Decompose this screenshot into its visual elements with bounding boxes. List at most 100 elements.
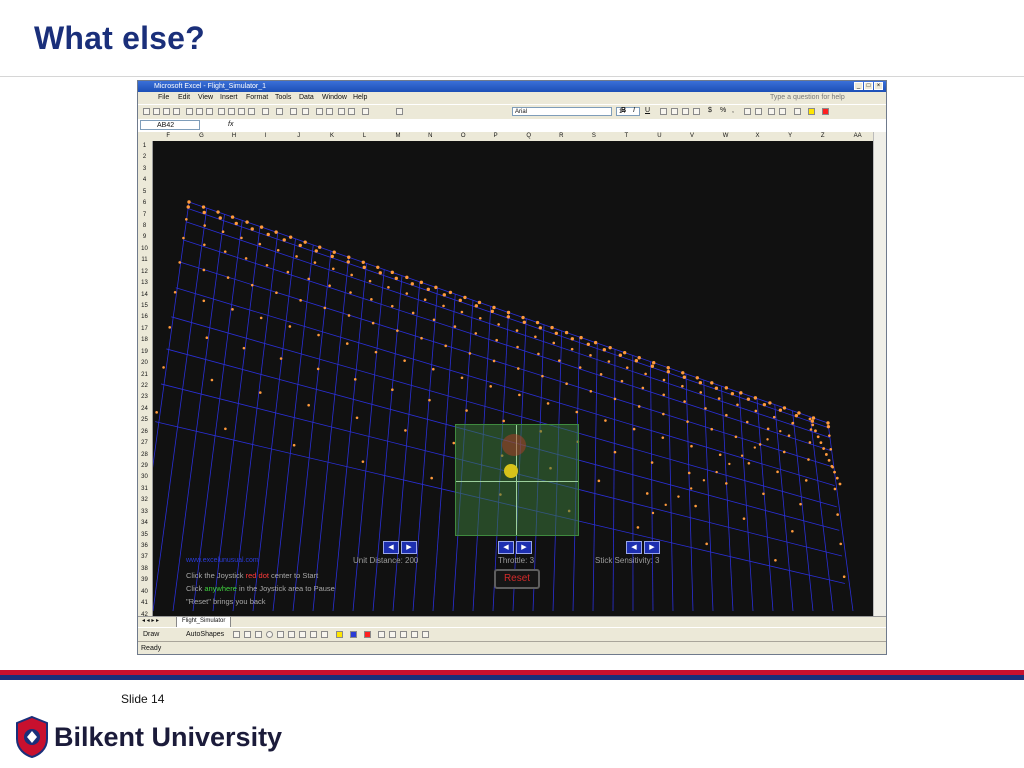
website-link[interactable]: www.excelunusual.com	[186, 557, 259, 564]
column-header[interactable]: Z	[821, 132, 825, 141]
minimize-icon[interactable]: _	[854, 82, 863, 90]
textbox-icon[interactable]	[277, 631, 284, 638]
row-header[interactable]: 40	[138, 587, 151, 598]
draw-font-color-icon[interactable]	[364, 631, 371, 638]
line-icon[interactable]	[233, 631, 240, 638]
row-header[interactable]: 14	[138, 290, 151, 301]
menu-data[interactable]: Data	[299, 92, 314, 104]
unit-distance-increase-button[interactable]: ▶	[401, 541, 417, 554]
row-header[interactable]: 21	[138, 370, 151, 381]
currency-icon[interactable]: $	[708, 107, 712, 114]
autoshapes-button[interactable]: AutoShapes	[186, 631, 224, 638]
new-icon[interactable]	[143, 108, 150, 115]
menu-insert[interactable]: Insert	[220, 92, 238, 104]
column-header[interactable]: P	[494, 132, 498, 141]
row-header[interactable]: 12	[138, 267, 151, 278]
row-header[interactable]: 33	[138, 507, 151, 518]
column-header[interactable]: S	[592, 132, 596, 141]
stick-sensitivity-decrease-button[interactable]: ◀	[626, 541, 642, 554]
print-icon[interactable]	[186, 108, 193, 115]
italic-icon[interactable]: I	[633, 107, 635, 114]
row-header[interactable]: 3	[138, 164, 151, 175]
permission-icon[interactable]	[173, 108, 180, 115]
row-header[interactable]: 4	[138, 175, 151, 186]
column-header[interactable]: Q	[526, 132, 531, 141]
row-header[interactable]: 27	[138, 438, 151, 449]
row-header[interactable]: 6	[138, 198, 151, 209]
column-header[interactable]: T	[625, 132, 629, 141]
row-header[interactable]: 16	[138, 312, 151, 323]
hyperlink-icon[interactable]	[290, 108, 297, 115]
cut-icon[interactable]	[218, 108, 225, 115]
row-header[interactable]: 11	[138, 255, 151, 266]
row-header[interactable]: 24	[138, 404, 151, 415]
wordart-icon[interactable]	[288, 631, 295, 638]
row-header[interactable]: 7	[138, 210, 151, 221]
joystick-red-dot[interactable]	[502, 434, 526, 456]
toolbar-options-icon[interactable]	[396, 108, 403, 115]
spelling-icon[interactable]	[206, 108, 213, 115]
percent-icon[interactable]: %	[720, 107, 726, 114]
arrow-style-icon[interactable]	[400, 631, 407, 638]
row-header[interactable]: 32	[138, 495, 151, 506]
row-header[interactable]: 19	[138, 347, 151, 358]
decrease-indent-icon[interactable]	[768, 108, 775, 115]
column-header[interactable]: J	[297, 132, 300, 141]
rectangle-icon[interactable]	[255, 631, 262, 638]
paste-icon[interactable]	[238, 108, 245, 115]
align-left-icon[interactable]	[660, 108, 667, 115]
row-header[interactable]: 29	[138, 461, 151, 472]
tab-scroll-icon[interactable]: ◂ ◂ ▸ ▸	[142, 617, 159, 624]
shadow-icon[interactable]	[411, 631, 418, 638]
draw-menu-button[interactable]: Draw	[143, 631, 159, 638]
row-header[interactable]: 38	[138, 564, 151, 575]
print-preview-icon[interactable]	[196, 108, 203, 115]
comma-icon[interactable]: ,	[732, 107, 734, 114]
column-header[interactable]: R	[559, 132, 563, 141]
reset-button[interactable]: Reset	[494, 569, 540, 589]
throttle-decrease-button[interactable]: ◀	[498, 541, 514, 554]
row-header[interactable]: 20	[138, 358, 151, 369]
row-header[interactable]: 8	[138, 221, 151, 232]
draw-fill-color-icon[interactable]	[336, 631, 343, 638]
3d-icon[interactable]	[422, 631, 429, 638]
row-header[interactable]: 23	[138, 392, 151, 403]
column-header[interactable]: V	[690, 132, 694, 141]
throttle-increase-button[interactable]: ▶	[516, 541, 532, 554]
restore-icon[interactable]: □	[864, 82, 873, 90]
menu-help[interactable]: Help	[353, 92, 367, 104]
merge-center-icon[interactable]	[693, 108, 700, 115]
row-header[interactable]: 26	[138, 427, 151, 438]
clipart-icon[interactable]	[310, 631, 317, 638]
bold-icon[interactable]: B	[621, 107, 626, 114]
column-header[interactable]: Y	[788, 132, 792, 141]
row-header[interactable]: 37	[138, 552, 151, 563]
menu-tools[interactable]: Tools	[275, 92, 291, 104]
name-box[interactable]: AB42	[140, 120, 200, 130]
row-header[interactable]: 13	[138, 278, 151, 289]
column-header[interactable]: K	[330, 132, 334, 141]
row-header[interactable]: 31	[138, 484, 151, 495]
dash-style-icon[interactable]	[389, 631, 396, 638]
row-header[interactable]: 18	[138, 335, 151, 346]
menu-window[interactable]: Window	[322, 92, 347, 104]
row-header[interactable]: 10	[138, 244, 151, 255]
row-header[interactable]: 30	[138, 472, 151, 483]
line-color-icon[interactable]	[350, 631, 357, 638]
autosum-icon[interactable]	[302, 108, 309, 115]
picture-icon[interactable]	[321, 631, 328, 638]
line-style-icon[interactable]	[378, 631, 385, 638]
column-header[interactable]: I	[265, 132, 267, 141]
redo-icon[interactable]	[276, 108, 283, 115]
row-header[interactable]: 5	[138, 187, 151, 198]
unit-distance-decrease-button[interactable]: ◀	[383, 541, 399, 554]
drawing-icon[interactable]	[348, 108, 355, 115]
vertical-scrollbar[interactable]	[873, 132, 886, 617]
close-icon[interactable]: ×	[874, 82, 883, 90]
column-header[interactable]: G	[199, 132, 204, 141]
format-painter-icon[interactable]	[248, 108, 255, 115]
arrow-icon[interactable]	[244, 631, 251, 638]
row-header[interactable]: 15	[138, 301, 151, 312]
copy-icon[interactable]	[228, 108, 235, 115]
row-header[interactable]: 35	[138, 530, 151, 541]
